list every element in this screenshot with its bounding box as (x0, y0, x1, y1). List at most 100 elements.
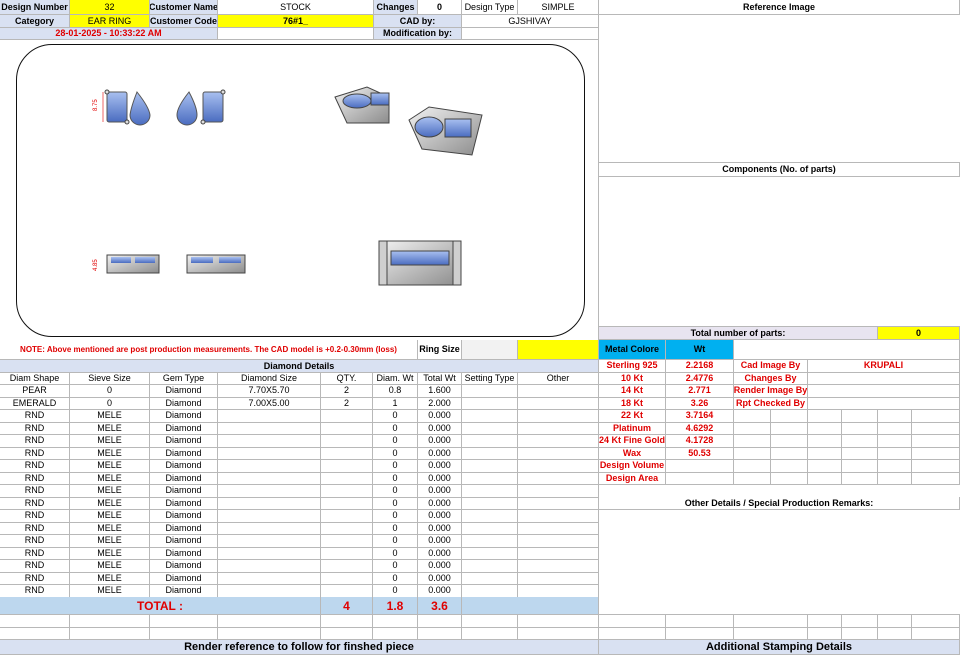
metal-weight[interactable]: 3.26 (666, 397, 734, 410)
diamond-cell-qty: 2 (321, 385, 373, 398)
diamond-cell-other[interactable] (518, 460, 599, 473)
diamond-cell-other[interactable] (518, 522, 599, 535)
diamond-cell-diamond-size (218, 435, 321, 448)
credit-value[interactable]: KRUPALI (808, 360, 960, 373)
diamond-cell-other[interactable] (518, 385, 599, 398)
diamond-cell-other[interactable] (518, 585, 599, 598)
diamond-cell-qty (321, 497, 373, 510)
diamond-cell-setting-type[interactable] (462, 560, 518, 573)
metal-weight[interactable]: 50.53 (666, 447, 734, 460)
diamond-cell-other[interactable] (518, 447, 599, 460)
diamond-cell-diam-shape: RND (0, 510, 70, 523)
empty-cell (418, 615, 462, 628)
diamond-cell-setting-type[interactable] (462, 397, 518, 410)
diamond-cell-other[interactable] (518, 435, 599, 448)
diamond-cell-other[interactable] (518, 472, 599, 485)
design-number-label: Design Number (0, 0, 70, 15)
total-parts-value[interactable]: 0 (878, 327, 960, 340)
diamond-cell-other[interactable] (518, 547, 599, 560)
diamond-cell-other[interactable] (518, 410, 599, 423)
diamond-cell-diam-wt: 0 (373, 585, 418, 598)
metal-weight[interactable]: 2.4776 (666, 372, 734, 385)
design-type-value[interactable]: SIMPLE (518, 0, 599, 15)
metal-weight[interactable]: 4.6292 (666, 422, 734, 435)
changes-value[interactable]: 0 (418, 0, 462, 15)
diamond-cell-setting-type[interactable] (462, 485, 518, 498)
diamond-cell-other[interactable] (518, 485, 599, 498)
diamond-cell-setting-type[interactable] (462, 535, 518, 548)
metal-name: Sterling 925 (599, 360, 666, 373)
customer-name-value[interactable]: STOCK (218, 0, 374, 15)
modification-value[interactable] (462, 28, 599, 40)
diamond-cell-diam-wt: 0 (373, 422, 418, 435)
diamond-cell-setting-type[interactable] (462, 522, 518, 535)
metal-weight[interactable]: 2.2168 (666, 360, 734, 373)
metal-grid-cell (808, 472, 842, 485)
credit-value[interactable] (808, 385, 960, 398)
customer-code-value[interactable]: 76#1_ (218, 15, 374, 28)
empty-cell (912, 615, 960, 628)
diamond-cell-other[interactable] (518, 572, 599, 585)
diamond-cell-diam-shape: RND (0, 522, 70, 535)
empty-cell (70, 615, 150, 628)
diamond-cell-setting-type[interactable] (462, 585, 518, 598)
diamond-cell-setting-type[interactable] (462, 572, 518, 585)
diamond-cell-other[interactable] (518, 510, 599, 523)
metal-weight[interactable]: 3.7164 (666, 410, 734, 423)
diamond-cell-diam-wt: 0 (373, 435, 418, 448)
diamond-cell-sieve-size: MELE (70, 547, 150, 560)
diamond-cell-setting-type[interactable] (462, 385, 518, 398)
diamond-cell-other[interactable] (518, 560, 599, 573)
diamond-cell-setting-type[interactable] (462, 547, 518, 560)
credit-value[interactable] (808, 397, 960, 410)
empty-cell (150, 627, 218, 640)
metal-name: 22 Kt (599, 410, 666, 423)
category-value[interactable]: EAR RING (70, 15, 150, 28)
perspective-view-2-icon (408, 106, 483, 156)
metal-grid-cell (771, 435, 808, 448)
col-header-diam-shape: Diam Shape (0, 373, 70, 385)
metal-weight[interactable]: 4.1728 (666, 435, 734, 448)
render-illustration: 8.75 4.85 (93, 86, 483, 286)
metal-grid-cell (842, 410, 878, 423)
metal-weight[interactable] (666, 472, 734, 485)
diamond-cell-setting-type[interactable] (462, 422, 518, 435)
design-number-value[interactable]: 32 (70, 0, 150, 15)
empty-cell (666, 615, 734, 628)
diamond-cell-diamond-size (218, 560, 321, 573)
metal-name: 18 Kt (599, 397, 666, 410)
diamond-cell-setting-type[interactable] (462, 460, 518, 473)
diamond-cell-setting-type[interactable] (462, 497, 518, 510)
diamond-cell-qty (321, 410, 373, 423)
metal-grid-cell (734, 460, 771, 473)
empty-cell (321, 615, 373, 628)
diamond-cell-other[interactable] (518, 497, 599, 510)
empty-cell (150, 615, 218, 628)
metal-grid-cell (771, 422, 808, 435)
diamond-cell-setting-type[interactable] (462, 472, 518, 485)
empty-cell (842, 615, 878, 628)
diamond-cell-setting-type[interactable] (462, 435, 518, 448)
diamond-cell-gem-type: Diamond (150, 560, 218, 573)
diamond-cell-other[interactable] (518, 422, 599, 435)
total-spacer (462, 597, 599, 615)
cad-by-value[interactable]: GJSHIVAY (462, 15, 599, 28)
diamond-cell-other[interactable] (518, 535, 599, 548)
empty-cell (321, 627, 373, 640)
diamond-cell-other[interactable] (518, 397, 599, 410)
wt-header: Wt (666, 340, 734, 360)
diamond-cell-diam-shape: RND (0, 560, 70, 573)
diamond-cell-diamond-size (218, 535, 321, 548)
ring-size-value[interactable] (462, 340, 518, 360)
diamond-cell-setting-type[interactable] (462, 447, 518, 460)
metal-weight[interactable]: 2.771 (666, 385, 734, 398)
credit-value[interactable] (808, 372, 960, 385)
diamond-cell-setting-type[interactable] (462, 510, 518, 523)
diamond-cell-qty (321, 547, 373, 560)
metal-weight[interactable] (666, 460, 734, 473)
reference-image-header: Reference Image (599, 0, 960, 15)
metal-name: 14 Kt (599, 385, 666, 398)
diamond-cell-qty (321, 535, 373, 548)
diamond-cell-setting-type[interactable] (462, 410, 518, 423)
diamond-cell-diamond-size (218, 497, 321, 510)
